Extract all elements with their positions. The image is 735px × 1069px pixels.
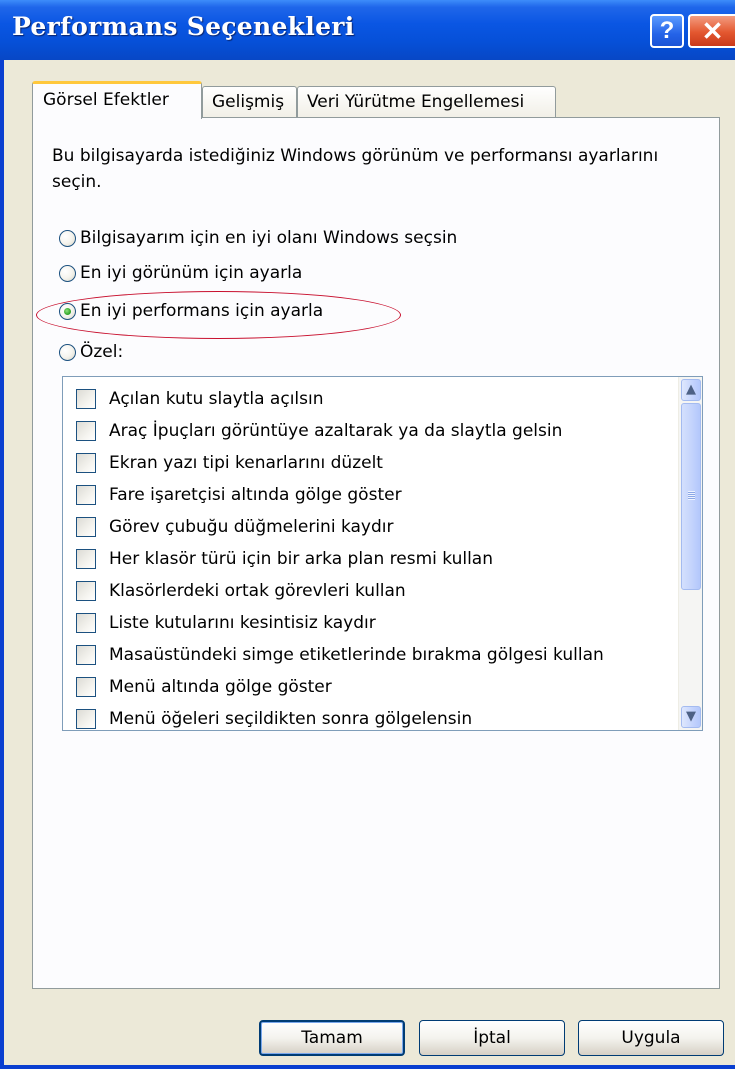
window-title: Performans Seçenekleri: [12, 12, 355, 41]
checkbox[interactable]: [76, 548, 96, 569]
radio-button[interactable]: [59, 343, 76, 361]
checkbox[interactable]: [76, 484, 96, 505]
list-item-label: Görev çubuğu düğmelerini kaydır: [109, 516, 394, 537]
checkbox[interactable]: [76, 676, 96, 697]
checkbox[interactable]: [76, 580, 96, 601]
checkbox[interactable]: [76, 612, 96, 633]
list-item[interactable]: Menü öğeleri seçildikten sonra gölgelens…: [76, 704, 473, 730]
ok-button[interactable]: Tamam: [259, 1020, 405, 1056]
radio-option-let-windows-choose[interactable]: Bilgisayarım için en iyi olanı Windows s…: [59, 225, 457, 251]
radio-option-custom[interactable]: Özel:: [59, 339, 123, 365]
list-item[interactable]: Menü altında gölge göster: [76, 672, 332, 701]
list-item[interactable]: Açılan kutu slaytla açılsın: [76, 384, 324, 413]
list-item-label: Ekran yazı tipi kenarlarını düzelt: [109, 452, 383, 473]
tab-data-execution-prevention[interactable]: Veri Yürütme Engellemesi: [297, 86, 556, 118]
apply-button[interactable]: Uygula: [578, 1020, 724, 1056]
list-item-label: Masaüstündeki simge etiketlerinde bırakm…: [109, 644, 604, 665]
chevron-up-icon: ▲: [686, 382, 696, 397]
tab-label: Gelişmiş: [212, 92, 285, 112]
checkbox[interactable]: [76, 516, 96, 537]
help-button[interactable]: ?: [650, 14, 684, 48]
radio-button[interactable]: [59, 264, 76, 282]
list-item-label: Liste kutularını kesintisiz kaydır: [109, 612, 376, 633]
list-item-label: Fare işaretçisi altında gölge göster: [109, 484, 402, 505]
close-button[interactable]: ✕: [688, 14, 735, 48]
description-text: Bu bilgisayarda istediğiniz Windows görü…: [52, 146, 659, 192]
scroll-up-button[interactable]: ▲: [681, 379, 701, 401]
close-icon: ✕: [701, 16, 724, 46]
checkbox[interactable]: [76, 452, 96, 473]
list-item-label: Klasörlerdeki ortak görevleri kullan: [109, 580, 406, 601]
radio-button[interactable]: [59, 229, 76, 247]
radio-label: Özel:: [80, 342, 124, 362]
list-item-label: Her klasör türü için bir arka plan resmi…: [109, 548, 493, 569]
tab-label: Görsel Efektler: [43, 90, 169, 110]
scroll-down-button[interactable]: ▼: [681, 706, 701, 728]
list-item[interactable]: Görev çubuğu düğmelerini kaydır: [76, 512, 393, 541]
vertical-scrollbar[interactable]: ▲ ▼: [678, 377, 702, 730]
list-item[interactable]: Her klasör türü için bir arka plan resmi…: [76, 544, 493, 573]
tab-visual-effects[interactable]: Görsel Efektler: [32, 81, 202, 119]
radio-label: Bilgisayarım için en iyi olanı Windows s…: [80, 228, 458, 248]
performance-options-window: Performans Seçenekleri ? ✕ Görsel Efektl…: [0, 0, 735, 1069]
visual-effects-listbox[interactable]: Açılan kutu slaytla açılsın Araç İpuçlar…: [62, 376, 703, 731]
list-item-label: Menü öğeleri seçildikten sonra gölgelens…: [109, 708, 473, 729]
list-item[interactable]: Ekran yazı tipi kenarlarını düzelt: [76, 448, 383, 477]
cancel-button[interactable]: İptal: [419, 1020, 565, 1056]
list-item-label: Araç İpuçları görüntüye azaltarak ya da …: [109, 420, 563, 441]
checkbox[interactable]: [76, 708, 96, 729]
list-item-label: Açılan kutu slaytla açılsın: [109, 388, 324, 409]
list-item[interactable]: Klasörlerdeki ortak görevleri kullan: [76, 576, 406, 605]
tab-label: Veri Yürütme Engellemesi: [307, 92, 525, 112]
list-item[interactable]: Masaüstündeki simge etiketlerinde bırakm…: [76, 640, 604, 669]
chevron-down-icon: ▼: [686, 709, 696, 724]
radio-label: En iyi görünüm için ayarla: [80, 263, 303, 283]
question-mark-icon: ?: [659, 17, 675, 44]
list-item[interactable]: Araç İpuçları görüntüye azaltarak ya da …: [76, 416, 562, 445]
title-bar[interactable]: Performans Seçenekleri ? ✕: [0, 0, 735, 60]
checkbox[interactable]: [76, 644, 96, 665]
radio-option-best-appearance[interactable]: En iyi görünüm için ayarla: [59, 260, 302, 286]
grip-icon: [688, 491, 695, 500]
tab-advanced[interactable]: Gelişmiş: [202, 86, 297, 118]
annotation-ellipse: [36, 291, 401, 339]
list-item[interactable]: Fare işaretçisi altında gölge göster: [76, 480, 402, 509]
scroll-thumb[interactable]: [681, 403, 701, 590]
checkbox[interactable]: [76, 420, 96, 441]
checkbox[interactable]: [76, 388, 96, 409]
list-item[interactable]: Liste kutularını kesintisiz kaydır: [76, 608, 376, 637]
list-item-label: Menü altında gölge göster: [109, 676, 332, 697]
